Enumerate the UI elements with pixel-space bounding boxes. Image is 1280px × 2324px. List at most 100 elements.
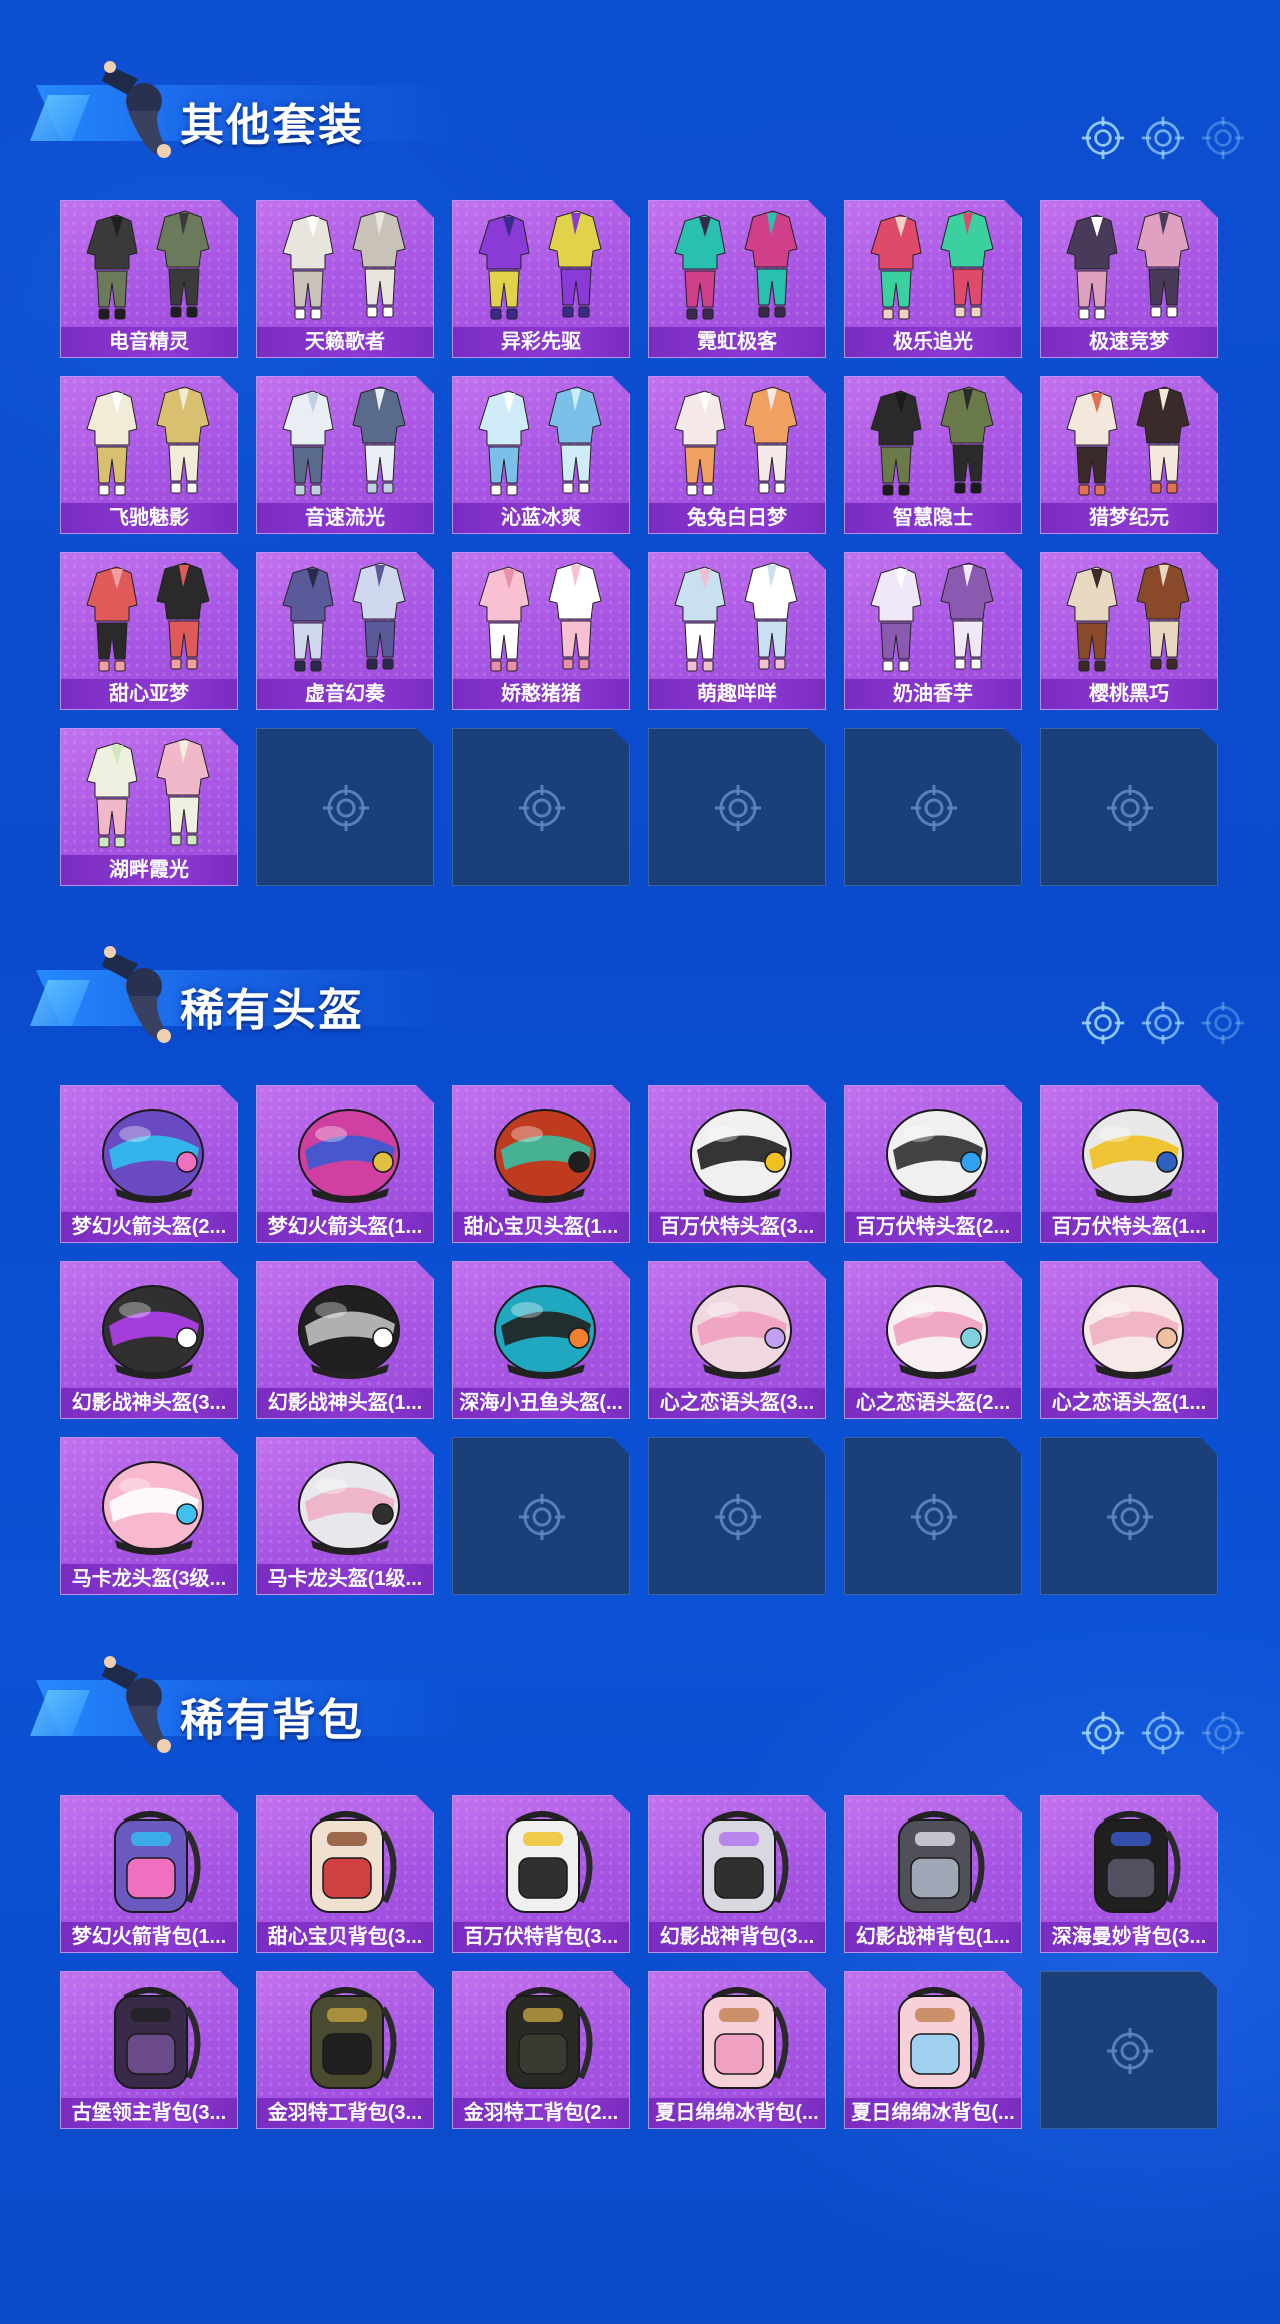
backpack-art — [75, 1978, 225, 2096]
crosshair-control-2[interactable] — [1140, 1710, 1186, 1756]
item-tile[interactable]: 猎梦纪元 — [1040, 376, 1218, 534]
item-tile[interactable]: 异彩先驱 — [452, 200, 630, 358]
item-tile[interactable]: 梦幻火箭头盔(2... — [60, 1085, 238, 1243]
item-tile[interactable]: 樱桃黑巧 — [1040, 552, 1218, 710]
item-tile[interactable]: 马卡龙头盔(3级... — [60, 1437, 238, 1595]
crosshair-control-3[interactable] — [1200, 1710, 1246, 1756]
item-label: 百万伏特背包(3... — [453, 1922, 629, 1952]
empty-slot-icon — [909, 1492, 959, 1542]
item-tile[interactable]: 幻影战神头盔(1... — [256, 1261, 434, 1419]
item-image — [271, 559, 421, 677]
item-tile[interactable]: 兔兔白日梦 — [648, 376, 826, 534]
item-label: 梦幻火箭头盔(1... — [257, 1212, 433, 1242]
item-tile[interactable]: 甜心宝贝头盔(1... — [452, 1085, 630, 1243]
item-label: 心之恋语头盔(3... — [649, 1388, 825, 1418]
crosshair-control-3[interactable] — [1200, 1000, 1246, 1046]
item-tile[interactable]: 心之恋语头盔(3... — [648, 1261, 826, 1419]
item-label: 梦幻火箭背包(1... — [61, 1922, 237, 1952]
item-label: 极乐追光 — [845, 327, 1021, 357]
item-tile[interactable]: 百万伏特头盔(3... — [648, 1085, 826, 1243]
backpack-art — [467, 1978, 617, 2096]
item-label: 夏日绵绵冰背包(... — [845, 2098, 1021, 2128]
item-tile[interactable]: 幻影战神背包(1... — [844, 1795, 1022, 1953]
empty-slot-icon — [321, 783, 371, 833]
crosshair-control-1[interactable] — [1080, 1710, 1126, 1756]
item-label: 甜心亚梦 — [61, 679, 237, 709]
crosshair-control-1[interactable] — [1080, 115, 1126, 161]
item-label: 萌趣咩咩 — [649, 679, 825, 709]
helmet-art — [663, 1268, 813, 1386]
item-tile[interactable]: 百万伏特头盔(2... — [844, 1085, 1022, 1243]
item-tile[interactable]: 深海小丑鱼头盔(... — [452, 1261, 630, 1419]
item-image — [75, 1092, 225, 1210]
item-image — [75, 735, 225, 853]
section-header: 稀有头盔 — [30, 940, 456, 1060]
item-tile[interactable]: 飞驰魅影 — [60, 376, 238, 534]
crosshair-icon — [1141, 1711, 1185, 1755]
item-tile[interactable]: 萌趣咩咩 — [648, 552, 826, 710]
item-label: 古堡领主背包(3... — [61, 2098, 237, 2128]
header-controls — [1080, 115, 1260, 171]
crosshair-icon — [1105, 783, 1155, 833]
item-tile[interactable]: 夏日绵绵冰背包(... — [844, 1971, 1022, 2129]
helmet-art — [859, 1092, 1009, 1210]
crosshair-control-3[interactable] — [1200, 115, 1246, 161]
empty-slot — [648, 1437, 826, 1595]
item-tile[interactable]: 夏日绵绵冰背包(... — [648, 1971, 826, 2129]
item-tile[interactable]: 智慧隐士 — [844, 376, 1022, 534]
item-tile[interactable]: 金羽特工背包(3... — [256, 1971, 434, 2129]
item-tile[interactable]: 音速流光 — [256, 376, 434, 534]
backpack-art — [859, 1978, 1009, 2096]
item-image — [271, 207, 421, 325]
item-label: 马卡龙头盔(3级... — [61, 1564, 237, 1594]
item-tile[interactable]: 心之恋语头盔(1... — [1040, 1261, 1218, 1419]
item-tile[interactable]: 梦幻火箭头盔(1... — [256, 1085, 434, 1243]
backpack-art — [859, 1802, 1009, 1920]
item-tile[interactable]: 虚音幻奏 — [256, 552, 434, 710]
item-tile[interactable]: 奶油香芋 — [844, 552, 1022, 710]
item-tile[interactable]: 金羽特工背包(2... — [452, 1971, 630, 2129]
item-tile[interactable]: 百万伏特背包(3... — [452, 1795, 630, 1953]
item-tile[interactable]: 马卡龙头盔(1级... — [256, 1437, 434, 1595]
helmet-art — [663, 1092, 813, 1210]
item-tile[interactable]: 甜心亚梦 — [60, 552, 238, 710]
item-tile[interactable]: 深海曼妙背包(3... — [1040, 1795, 1218, 1953]
crosshair-control-1[interactable] — [1080, 1000, 1126, 1046]
crosshair-icon — [1081, 1711, 1125, 1755]
crosshair-icon — [1081, 116, 1125, 160]
item-tile[interactable]: 幻影战神头盔(3... — [60, 1261, 238, 1419]
item-tile[interactable]: 甜心宝贝背包(3... — [256, 1795, 434, 1953]
item-tile[interactable]: 天籁歌者 — [256, 200, 434, 358]
crosshair-control-2[interactable] — [1140, 115, 1186, 161]
crosshair-icon — [517, 1492, 567, 1542]
empty-slot-icon — [1105, 1492, 1155, 1542]
item-tile[interactable]: 娇憨猪猪 — [452, 552, 630, 710]
item-label: 音速流光 — [257, 503, 433, 533]
item-image — [271, 1268, 421, 1386]
item-tile[interactable]: 极速竞梦 — [1040, 200, 1218, 358]
item-tile[interactable]: 沁蓝冰爽 — [452, 376, 630, 534]
item-image — [859, 207, 1009, 325]
item-tile[interactable]: 百万伏特头盔(1... — [1040, 1085, 1218, 1243]
item-tile[interactable]: 极乐追光 — [844, 200, 1022, 358]
crosshair-icon — [1105, 1492, 1155, 1542]
item-tile[interactable]: 幻影战神背包(3... — [648, 1795, 826, 1953]
backpack-art — [271, 1978, 421, 2096]
item-label: 百万伏特头盔(3... — [649, 1212, 825, 1242]
item-label: 飞驰魅影 — [61, 503, 237, 533]
outfit-art — [75, 383, 225, 501]
crosshair-icon — [1201, 1711, 1245, 1755]
item-label: 金羽特工背包(3... — [257, 2098, 433, 2128]
item-tile[interactable]: 古堡领主背包(3... — [60, 1971, 238, 2129]
crosshair-control-2[interactable] — [1140, 1000, 1186, 1046]
item-tile[interactable]: 电音精灵 — [60, 200, 238, 358]
item-tile[interactable]: 心之恋语头盔(2... — [844, 1261, 1022, 1419]
empty-slot-icon — [713, 1492, 763, 1542]
item-tile[interactable]: 湖畔霞光 — [60, 728, 238, 886]
item-label: 百万伏特头盔(2... — [845, 1212, 1021, 1242]
item-image — [271, 1092, 421, 1210]
item-tile[interactable]: 梦幻火箭背包(1... — [60, 1795, 238, 1953]
helmet-art — [271, 1268, 421, 1386]
item-tile[interactable]: 霓虹极客 — [648, 200, 826, 358]
item-label: 幻影战神背包(1... — [845, 1922, 1021, 1952]
